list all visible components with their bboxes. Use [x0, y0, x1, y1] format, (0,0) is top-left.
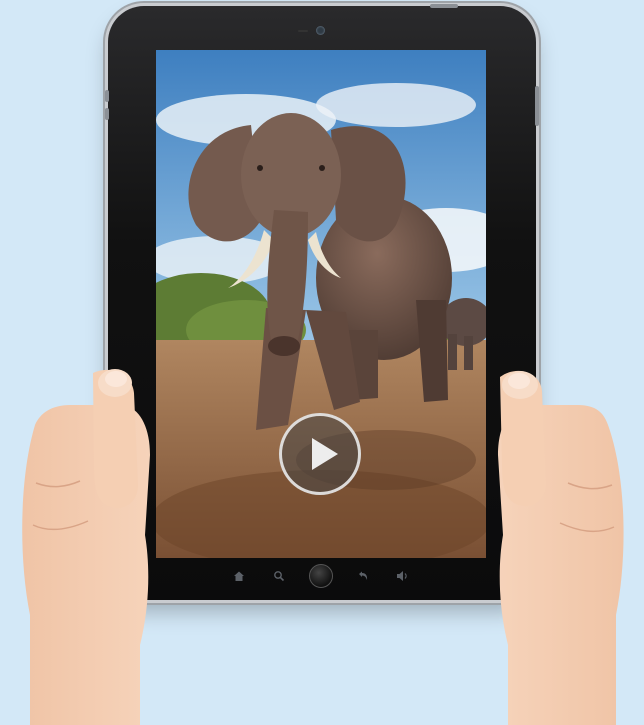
power-button: [430, 4, 458, 8]
front-camera: [316, 26, 325, 35]
speaker-grille: [298, 30, 308, 32]
search-icon[interactable]: [269, 566, 289, 586]
tablet-nav-bar: [156, 558, 486, 594]
home-button[interactable]: [309, 564, 333, 588]
back-icon[interactable]: [353, 566, 373, 586]
volume-up-button: [105, 90, 109, 102]
left-hand: [22, 369, 150, 725]
play-button[interactable]: [279, 413, 361, 495]
side-switch: [535, 86, 539, 126]
right-hand: [498, 370, 624, 725]
volume-icon[interactable]: [393, 566, 413, 586]
play-icon: [312, 438, 338, 470]
volume-down-button: [105, 108, 109, 120]
home-icon[interactable]: [229, 566, 249, 586]
illustration-scene: [0, 0, 644, 725]
